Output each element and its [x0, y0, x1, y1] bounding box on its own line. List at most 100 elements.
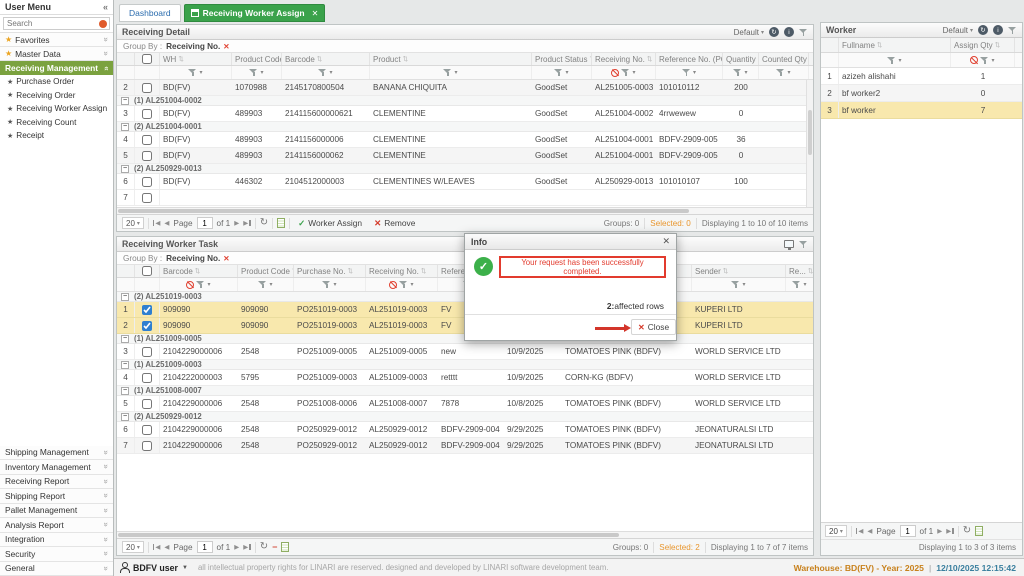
table-row[interactable]: 4BD(FV)4899032141156000006CLEMENTINEGood… — [117, 132, 813, 148]
sidebar-section[interactable]: Inventory Management » — [0, 460, 113, 475]
filter-funnel-icon[interactable] — [682, 68, 691, 77]
tab-close-icon[interactable]: ✕ — [312, 9, 319, 18]
column-header-wh[interactable]: WH⇅ — [160, 53, 232, 65]
table-row[interactable]: 5BD(FV)4899032141156000062CLEMENTINEGood… — [117, 148, 813, 164]
table-row[interactable]: 7 — [117, 190, 813, 206]
sidebar-section[interactable]: ★ Favorites » — [0, 33, 113, 47]
group-row[interactable]: −(2) AL250929-0012 — [117, 412, 813, 422]
prev-page-button[interactable]: ◀ — [867, 527, 872, 535]
first-page-button[interactable]: ◀ — [856, 527, 864, 535]
clear-filter-icon[interactable] — [389, 281, 397, 289]
filter-funnel-icon[interactable] — [443, 68, 452, 77]
filter-cell[interactable]: ▾ — [366, 278, 438, 291]
sidebar-item[interactable]: ★ Receiving Order — [0, 89, 113, 103]
refresh-icon[interactable]: ↻ — [769, 27, 779, 37]
filter-funnel-icon[interactable] — [792, 280, 801, 289]
collapse-icon[interactable]: − — [121, 293, 129, 301]
sidebar-section[interactable]: Shipping Report » — [0, 489, 113, 504]
table-row[interactable]: 2BD(FV)10709882145170800504BANANA CHIQUI… — [117, 80, 813, 96]
group-row[interactable]: −(1) AL251009-0003 — [117, 360, 813, 370]
sidebar-section[interactable]: Receiving Report » — [0, 475, 113, 490]
filter-cell[interactable]: ▾ — [294, 278, 366, 291]
row-checkbox[interactable] — [142, 305, 152, 315]
filter-funnel-icon[interactable] — [188, 68, 197, 77]
filter-cell[interactable]: ▾ — [723, 66, 759, 79]
search-input[interactable] — [3, 17, 110, 30]
table-row[interactable]: 621042290000062548PO250929-0012AL250929-… — [117, 422, 813, 438]
filter-cell[interactable]: ▾ — [160, 66, 232, 79]
export-icon[interactable] — [975, 526, 983, 536]
sidebar-section-receiving-management[interactable]: Receiving Management » — [0, 61, 113, 75]
group-row[interactable]: −(1) AL251004-0002 — [117, 96, 813, 106]
refresh-icon[interactable]: ↻ — [260, 542, 268, 552]
column-header-counted-qty[interactable]: Counted Qty⇅ — [759, 53, 809, 65]
column-header-barcode[interactable]: Barcode⇅ — [160, 265, 238, 277]
filter-funnel-icon[interactable] — [399, 280, 408, 289]
refresh-icon[interactable]: ↻ — [978, 25, 988, 35]
display-icon[interactable] — [784, 240, 794, 248]
sidebar-item[interactable]: ★ Receipt — [0, 129, 113, 143]
tab-receiving-worker-assign[interactable]: Receiving Worker Assign ✕ — [184, 4, 326, 22]
refresh-icon[interactable]: ↻ — [963, 526, 971, 536]
column-header-product[interactable]: Product⇅ — [370, 53, 532, 65]
sidebar-section[interactable]: Pallet Management » — [0, 504, 113, 519]
table-row[interactable]: 721042290000062548PO250929-0012AL250929-… — [117, 438, 813, 454]
collapse-icon[interactable]: − — [121, 123, 129, 131]
row-checkbox[interactable] — [142, 399, 152, 409]
row-checkbox[interactable] — [142, 109, 152, 119]
filter-funnel-icon[interactable] — [733, 68, 742, 77]
info-icon[interactable]: i — [993, 25, 1003, 35]
filter-cell[interactable]: ▾ — [238, 278, 294, 291]
filter-cell[interactable]: ▾ — [759, 66, 809, 79]
filter-cell[interactable]: ▾ — [786, 278, 813, 291]
row-checkbox[interactable] — [142, 321, 152, 331]
clear-filter-icon[interactable] — [611, 69, 619, 77]
filter-cell[interactable]: ▾ — [532, 66, 592, 79]
filter-funnel-icon[interactable] — [980, 56, 989, 65]
group-by-chip[interactable]: Receiving No. ✕ — [166, 42, 229, 51]
filter-funnel-icon[interactable] — [322, 280, 331, 289]
view-selector[interactable]: Default▾ — [734, 28, 764, 37]
refresh-icon[interactable]: ↻ — [260, 218, 268, 228]
page-input[interactable] — [197, 541, 213, 553]
view-selector[interactable]: Default▾ — [943, 26, 973, 35]
scrollbar-thumb[interactable] — [118, 209, 689, 213]
prev-page-button[interactable]: ◀ — [164, 219, 169, 227]
export-icon[interactable] — [281, 542, 289, 552]
info-icon[interactable]: i — [784, 27, 794, 37]
worker-assign-button[interactable]: ✓Worker Assign — [294, 218, 366, 229]
remove-button[interactable]: ✕Remove — [370, 218, 419, 229]
close-button[interactable]: ✕ Close — [631, 319, 676, 335]
column-header-product-status[interactable]: Product Status⇅ — [532, 53, 592, 65]
column-header-fullname[interactable]: Fullname⇅ — [839, 38, 951, 52]
filter-icon[interactable] — [799, 240, 808, 249]
column-header-barcode[interactable]: Barcode⇅ — [282, 53, 370, 65]
sidebar-section[interactable]: General » — [0, 562, 113, 576]
filter-cell[interactable]: ▾ — [951, 53, 1015, 67]
row-checkbox[interactable] — [142, 425, 152, 435]
first-page-button[interactable]: ◀ — [153, 219, 161, 227]
dialog-close-icon[interactable]: ✕ — [662, 236, 670, 247]
row-checkbox[interactable] — [142, 193, 152, 203]
next-page-button[interactable]: ▶ — [234, 543, 239, 551]
collapse-icon[interactable]: − — [121, 413, 129, 421]
last-page-button[interactable]: ▶ — [946, 527, 954, 535]
page-input[interactable] — [900, 525, 916, 537]
remove-icon[interactable]: − — [272, 543, 277, 552]
row-checkbox[interactable] — [142, 135, 152, 145]
row-checkbox[interactable] — [142, 151, 152, 161]
table-row[interactable]: 3bf worker7 — [821, 102, 1022, 119]
row-checkbox[interactable] — [142, 441, 152, 451]
collapse-icon[interactable]: − — [121, 335, 129, 343]
remove-group-icon[interactable]: ✕ — [223, 42, 229, 51]
horizontal-scrollbar[interactable] — [117, 531, 813, 538]
group-row[interactable]: −(2) AL251004-0001 — [117, 122, 813, 132]
table-row[interactable]: 6BD(FV)4463022104512000003CLEMENTINES W/… — [117, 174, 813, 190]
filter-funnel-icon[interactable] — [554, 68, 563, 77]
next-page-button[interactable]: ▶ — [937, 527, 942, 535]
filter-funnel-icon[interactable] — [249, 68, 258, 77]
clear-filter-icon[interactable] — [186, 281, 194, 289]
group-row[interactable]: −(2) AL250929-0013 — [117, 164, 813, 174]
filter-funnel-icon[interactable] — [887, 56, 896, 65]
export-icon[interactable] — [277, 218, 285, 228]
